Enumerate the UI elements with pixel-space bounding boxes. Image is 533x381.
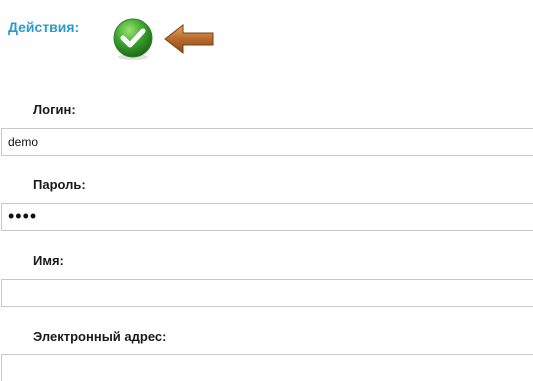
- password-label: Пароль:: [33, 177, 86, 192]
- confirm-button[interactable]: [110, 16, 156, 62]
- actions-title: Действия:: [8, 19, 80, 35]
- arrow-left-icon: [164, 23, 214, 55]
- email-field[interactable]: [1, 354, 533, 381]
- password-field[interactable]: ••••: [1, 203, 533, 231]
- name-label: Имя:: [33, 253, 64, 268]
- name-field[interactable]: [1, 279, 533, 307]
- check-circle-icon: [113, 18, 153, 60]
- back-button[interactable]: [163, 22, 215, 56]
- login-field[interactable]: [1, 128, 533, 156]
- email-label: Электронный адрес:: [33, 329, 167, 344]
- login-label: Логин:: [33, 102, 76, 117]
- user-edit-form-page: Действия: Логин: demo Пароль: •••• Имя: …: [0, 0, 533, 381]
